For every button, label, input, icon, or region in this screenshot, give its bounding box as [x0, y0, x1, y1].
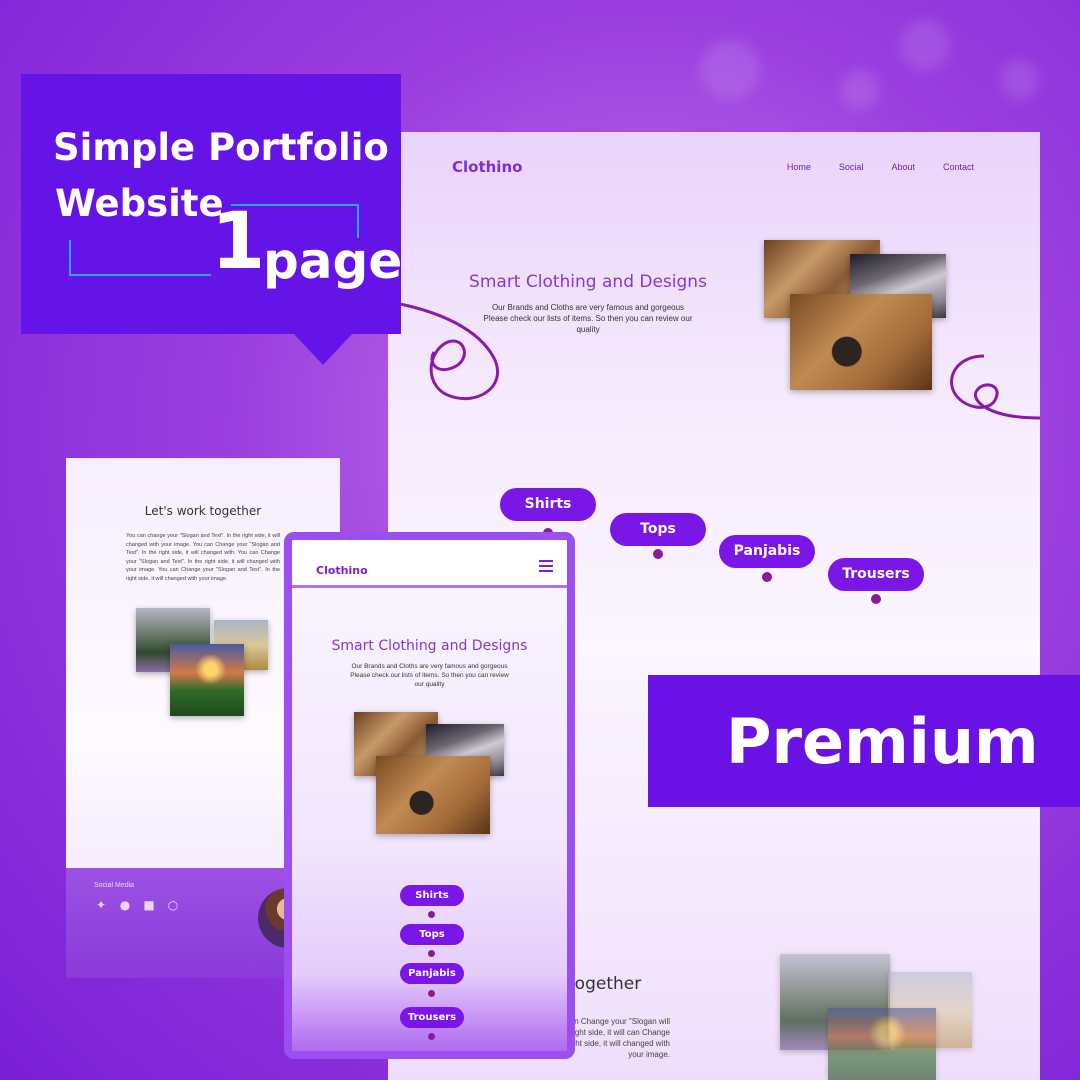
social-media-label: Social Media — [94, 882, 135, 889]
squiggle-decoration — [399, 302, 499, 401]
desktop-nav: Home Social About Contact — [787, 162, 974, 172]
mobile-header: Clothino — [292, 540, 567, 588]
banner-pointer — [293, 333, 353, 365]
category-dot — [653, 549, 663, 559]
banner-line-1: Simple Portfolio — [53, 126, 389, 169]
category-pill-trousers[interactable]: Trousers — [828, 558, 924, 591]
bokeh-light — [700, 40, 760, 100]
social-icons: ✦ ● ■ ○ — [94, 898, 180, 912]
nav-about[interactable]: About — [891, 162, 915, 172]
sunset-photo — [170, 644, 244, 716]
mobile-hero-title: Smart Clothing and Designs — [331, 638, 528, 654]
category-dot — [871, 594, 881, 604]
bokeh-light — [1000, 60, 1040, 100]
category-pill-tops[interactable]: Tops — [610, 513, 706, 546]
category-pill-trousers[interactable]: Trousers — [400, 1007, 464, 1028]
premium-label: Premium — [726, 705, 1039, 778]
category-dot — [762, 572, 772, 582]
desktop-hero-title: Smart Clothing and Designs — [469, 272, 707, 292]
category-pill-shirts[interactable]: Shirts — [400, 885, 464, 906]
mobile-hero-subtitle: Our Brands and Cloths are very famous an… — [350, 663, 509, 688]
wood-table-photo — [790, 294, 932, 390]
facebook-icon[interactable]: ● — [118, 898, 132, 912]
squiggle-decoration — [950, 354, 1041, 420]
category-pill-tops[interactable]: Tops — [400, 924, 464, 945]
nav-social[interactable]: Social — [839, 162, 864, 172]
nav-home[interactable]: Home — [787, 162, 811, 172]
about-text: You can change your "Slogan and Text". I… — [126, 533, 280, 582]
mobile-mockup: Clothino Smart Clothing and Designs Our … — [284, 532, 575, 1059]
category-pill-shirts[interactable]: Shirts — [500, 488, 596, 521]
page-count-unit: page — [263, 232, 403, 290]
title-banner: Simple Portfolio Website 1 page — [21, 74, 403, 334]
category-pill-panjabis[interactable]: Panjabis — [719, 535, 815, 568]
desktop-logo[interactable]: Clothino — [452, 158, 522, 176]
category-dot — [428, 911, 435, 918]
desktop-hero-subtitle: Our Brands and Cloths are very famous an… — [483, 303, 693, 334]
bokeh-light — [900, 20, 950, 70]
category-dot — [428, 990, 435, 997]
mobile-logo[interactable]: Clothino — [316, 564, 368, 577]
twitter-icon[interactable]: ✦ — [94, 898, 108, 912]
desktop-about-title: together — [568, 974, 642, 994]
banner-line-2: Website — [55, 182, 224, 225]
nav-contact[interactable]: Contact — [943, 162, 974, 172]
page-count-number: 1 — [211, 197, 266, 287]
premium-badge: Premium — [648, 675, 1080, 807]
chat-icon[interactable]: ■ — [142, 898, 156, 912]
hamburger-menu-icon[interactable] — [539, 560, 553, 575]
bokeh-light — [840, 70, 880, 110]
about-title: Let's work together — [144, 504, 262, 518]
guide-frame-bottom — [69, 240, 211, 276]
category-dot — [428, 1033, 435, 1040]
category-pill-panjabis[interactable]: Panjabis — [400, 963, 464, 984]
whatsapp-icon[interactable]: ○ — [166, 898, 180, 912]
category-dot — [428, 950, 435, 957]
wood-table-photo — [376, 756, 490, 834]
sunset-photo — [828, 1008, 936, 1080]
